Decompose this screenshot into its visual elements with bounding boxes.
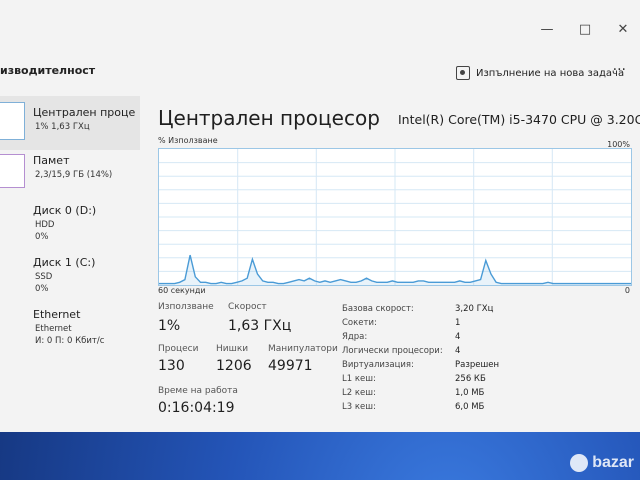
sidebar-item-memory[interactable]: Памет 2,3/15,9 ГБ (14%) <box>0 150 140 198</box>
page-title: Централен процесор <box>158 106 380 130</box>
detail-value: 1,0 МБ <box>455 388 485 398</box>
handles-label: Манипулатори <box>268 344 338 354</box>
watermark-text: bazar <box>592 454 634 471</box>
sidebar: Централен проце 1% 1,63 ГХц Памет 2,3/15… <box>0 96 140 426</box>
page-heading: изводителност <box>0 64 96 77</box>
threads-value: 1206 <box>216 358 252 374</box>
processes-value: 130 <box>158 358 185 374</box>
more-options-button[interactable]: ··· <box>613 62 626 78</box>
graph-time-left: 60 секунди <box>158 286 206 295</box>
detail-label: Логически процесори: <box>342 346 443 356</box>
sidebar-item-detail: SSD <box>35 272 53 282</box>
sidebar-item-cpu[interactable]: Централен проце 1% 1,63 ГХц <box>0 96 140 150</box>
uptime-value: 0:16:04:19 <box>158 400 235 416</box>
sidebar-item-ethernet[interactable]: Ethernet Ethernet И: 0 П: 0 Кбит/с <box>0 302 140 354</box>
usage-value: 1% <box>158 318 181 334</box>
run-new-task-button[interactable]: Изпълнение на нова задача <box>456 66 624 80</box>
detail-label: Ядра: <box>342 332 368 342</box>
speed-label: Скорост <box>228 302 267 312</box>
watermark-icon <box>570 454 589 472</box>
speed-value: 1,63 ГХц <box>228 318 292 334</box>
uptime-label: Време на работа <box>158 386 238 396</box>
run-new-task-label: Изпълнение на нова задача <box>476 67 625 79</box>
graph-time-right: 0 <box>624 286 630 295</box>
sidebar-item-usage: 0% <box>35 232 49 242</box>
detail-value: 6,0 МБ <box>455 402 485 412</box>
title-bar: — □ ✕ <box>0 0 640 50</box>
sidebar-item-detail: 2,3/15,9 ГБ (14%) <box>35 170 113 180</box>
detail-value: 1 <box>455 318 461 328</box>
task-manager-window: — □ ✕ изводителност Изпълнение на нова з… <box>0 0 640 432</box>
detail-label: Виртуализация: <box>342 360 414 370</box>
run-task-icon <box>456 66 470 80</box>
sidebar-item-detail: Ethernet <box>35 324 72 334</box>
threads-label: Нишки <box>216 344 249 354</box>
sidebar-item-detail: 1% 1,63 ГХц <box>35 122 90 132</box>
detail-value: 3,20 ГХц <box>455 304 494 314</box>
usage-label: Използване <box>158 302 214 312</box>
maximize-button[interactable]: □ <box>578 22 592 37</box>
sidebar-item-label: Памет <box>33 154 70 167</box>
detail-label: L1 кеш: <box>342 374 376 384</box>
detail-label: Базова скорост: <box>342 304 414 314</box>
graph-y-label: % Използване <box>158 136 218 145</box>
sidebar-item-label: Диск 1 (C:) <box>33 256 96 269</box>
sidebar-item-label: Ethernet <box>33 308 81 321</box>
sidebar-item-detail: HDD <box>35 220 55 230</box>
cpu-usage-chart <box>159 149 631 285</box>
detail-label: Сокети: <box>342 318 377 328</box>
handles-value: 49971 <box>268 358 313 374</box>
cpu-model-name: Intel(R) Core(TM) i5-3470 CPU @ 3.20GHz <box>398 112 640 127</box>
processes-label: Процеси <box>158 344 199 354</box>
minimize-button[interactable]: — <box>540 22 554 37</box>
memory-mini-graph <box>0 154 25 188</box>
sidebar-item-disk-0[interactable]: Диск 0 (D:) HDD 0% <box>0 198 140 250</box>
detail-value: 4 <box>455 346 461 356</box>
sidebar-item-usage: 0% <box>35 284 49 294</box>
window-controls: — □ ✕ <box>540 22 630 37</box>
sidebar-item-disk-1[interactable]: Диск 1 (C:) SSD 0% <box>0 250 140 302</box>
sidebar-item-label: Диск 0 (D:) <box>33 204 97 217</box>
detail-label: L3 кеш: <box>342 402 376 412</box>
cpu-mini-graph <box>0 102 25 140</box>
detail-value: 4 <box>455 332 461 342</box>
close-button[interactable]: ✕ <box>616 22 630 37</box>
cpu-detail-panel: Централен процесор Intel(R) Core(TM) i5-… <box>150 96 640 426</box>
sidebar-item-label: Централен проце <box>33 106 136 119</box>
detail-value: Разрешен <box>455 360 500 370</box>
detail-value: 256 КБ <box>455 374 486 384</box>
detail-label: L2 кеш: <box>342 388 376 398</box>
sidebar-item-throughput: И: 0 П: 0 Кбит/с <box>35 336 105 346</box>
watermark-logo: bazar <box>570 454 634 472</box>
cpu-usage-graph <box>158 148 632 286</box>
